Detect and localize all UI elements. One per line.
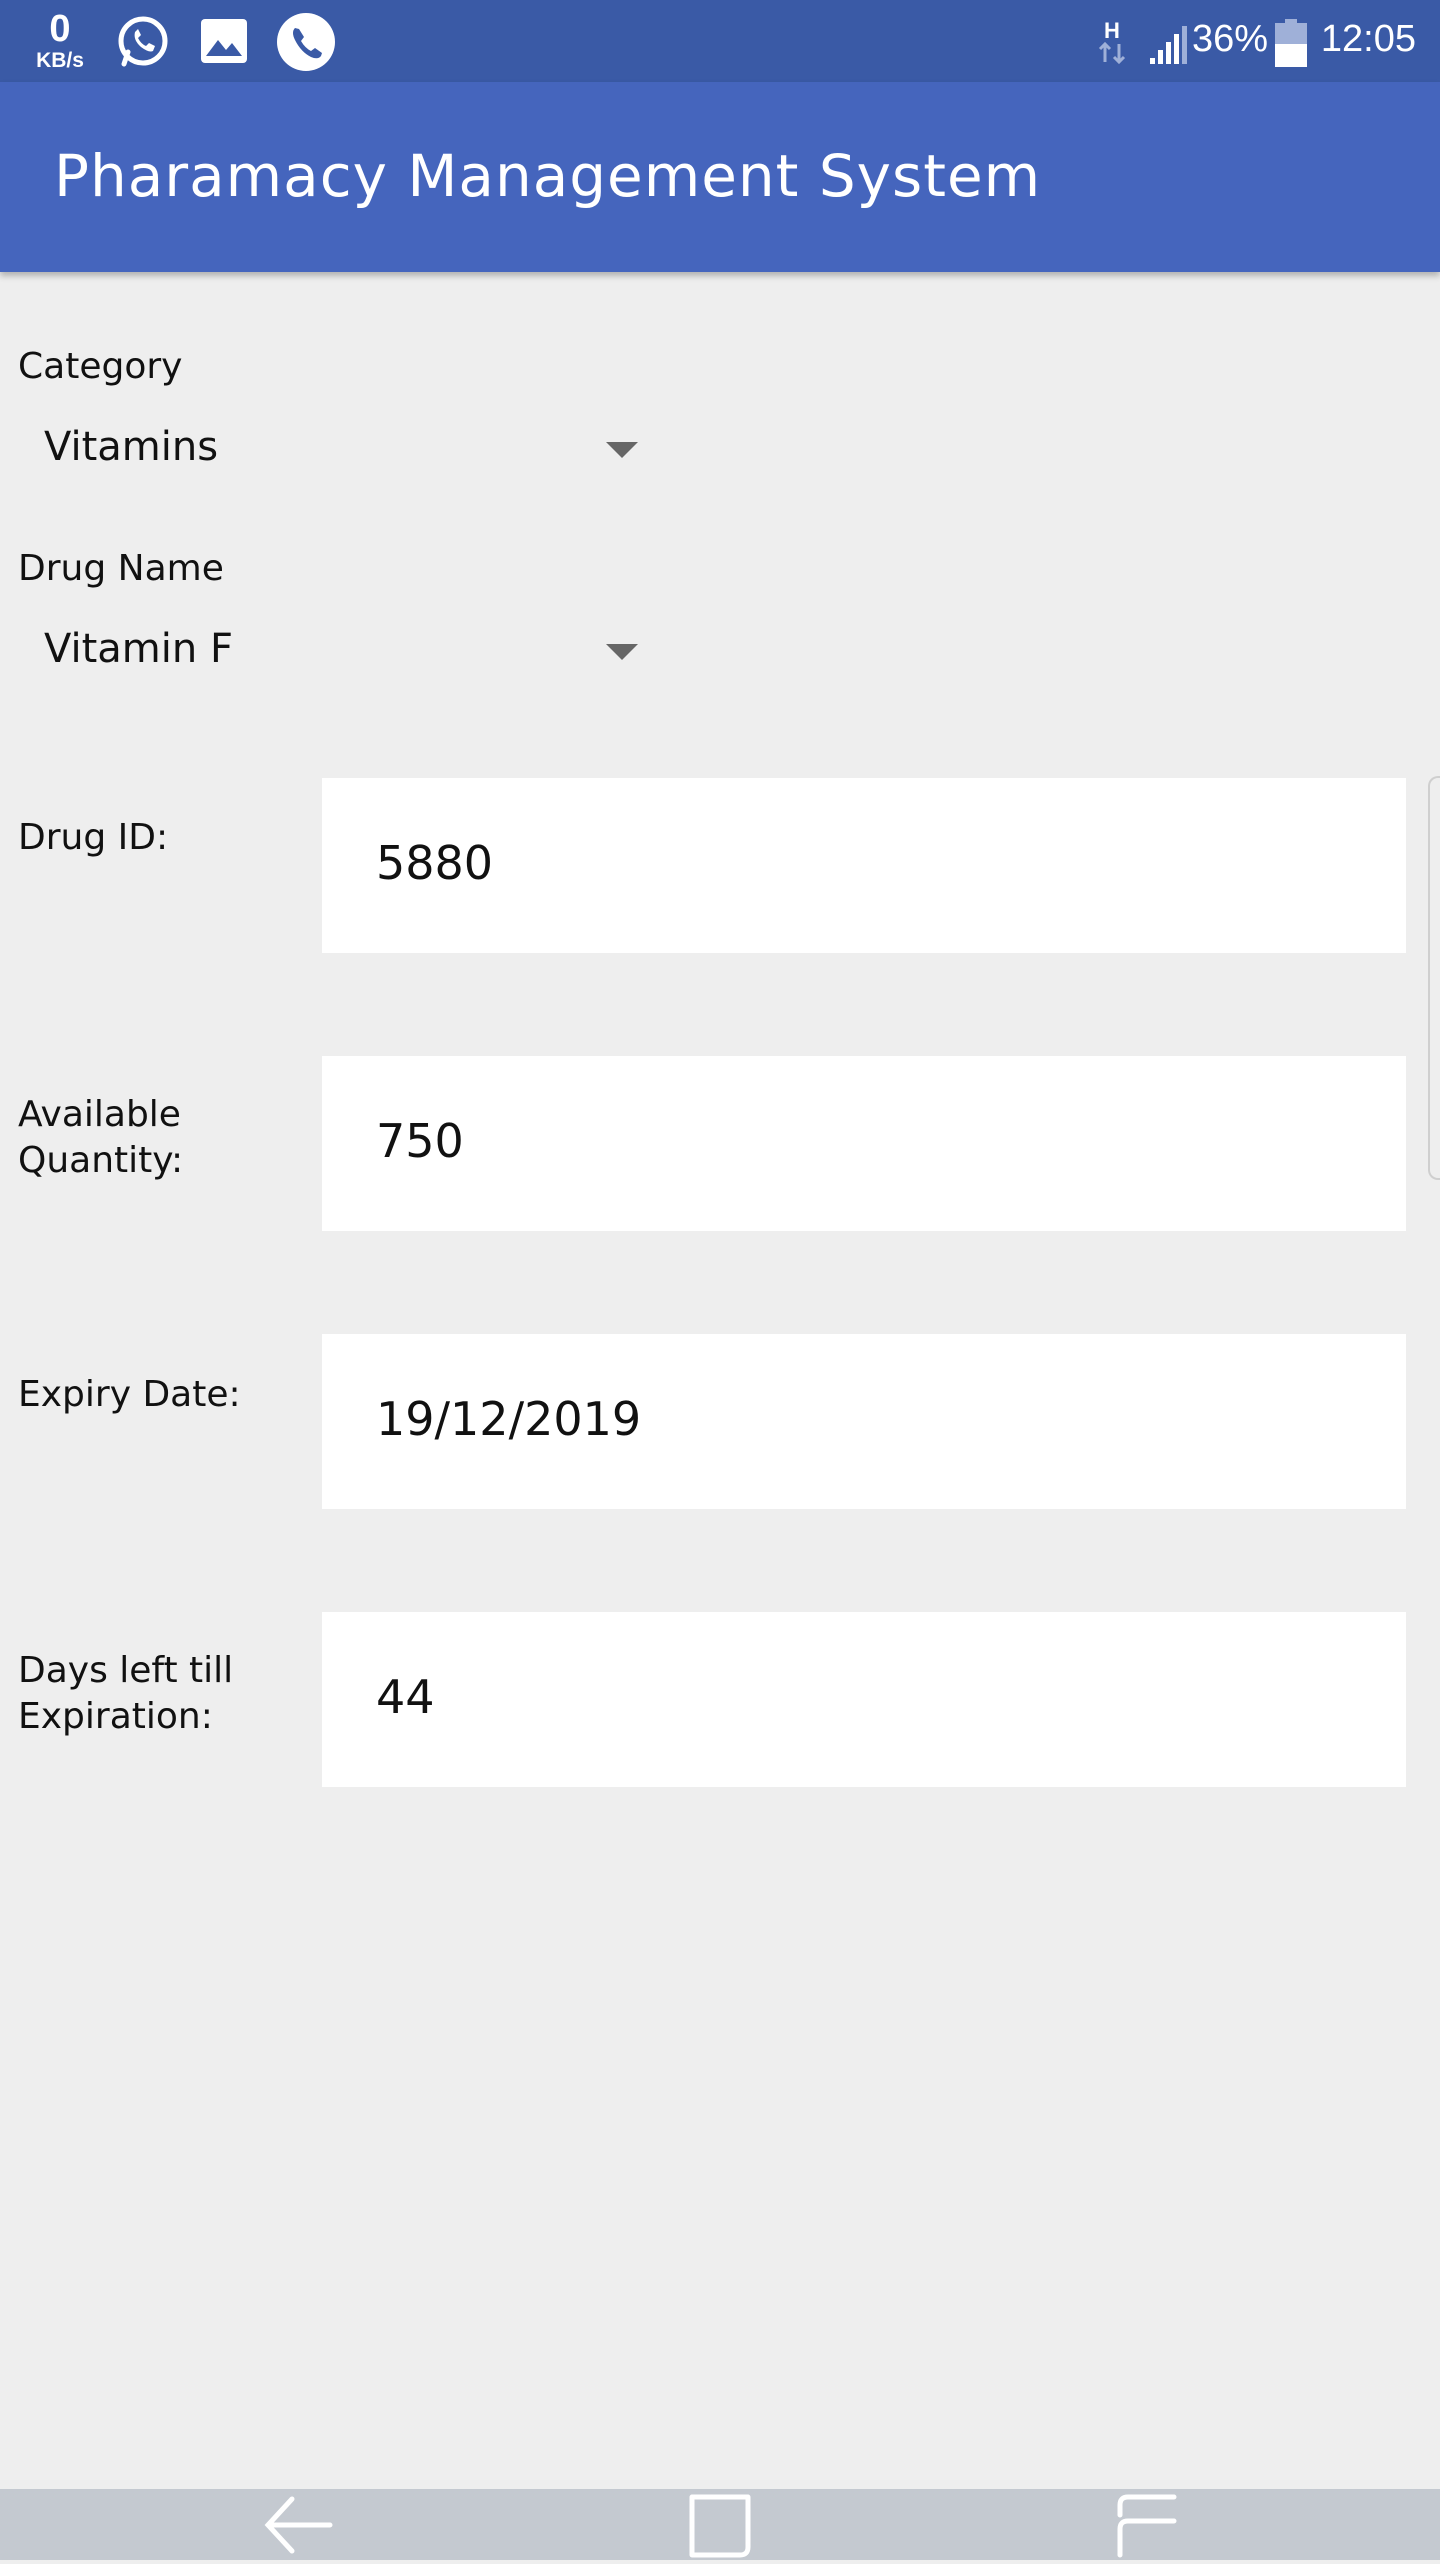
- expiry-date-value: 19/12/2019: [376, 1392, 642, 1446]
- days-left-value: 44: [376, 1670, 435, 1724]
- category-selected-value: Vitamins: [44, 424, 219, 470]
- expiry-date-label: Expiry Date:: [18, 1374, 241, 1415]
- battery-icon: [1274, 18, 1308, 72]
- drug-id-field[interactable]: 5880: [322, 778, 1406, 953]
- home-button[interactable]: [660, 2489, 780, 2560]
- navigation-bar: [0, 2489, 1440, 2560]
- network-speed: 0 KB/s: [28, 10, 92, 71]
- network-type-icon: H: [1092, 18, 1132, 72]
- drug-id-value: 5880: [376, 836, 494, 890]
- available-quantity-field[interactable]: 750: [322, 1056, 1406, 1231]
- expiry-date-field[interactable]: 19/12/2019: [322, 1334, 1406, 1509]
- whatsapp-icon: [114, 12, 172, 74]
- gallery-icon: [200, 18, 248, 68]
- days-left-label-line1: Days left till: [18, 1650, 234, 1691]
- days-left-field[interactable]: 44: [322, 1612, 1406, 1787]
- network-speed-unit: KB/s: [36, 49, 84, 72]
- clock: 12:05: [1320, 18, 1416, 60]
- chevron-down-icon: [606, 442, 638, 458]
- category-label: Category: [18, 346, 183, 387]
- app-bar: Pharamacy Management System: [0, 82, 1440, 272]
- scrollbar[interactable]: [1428, 776, 1440, 1180]
- recents-icon: [1117, 2494, 1177, 2558]
- phone-icon: [276, 12, 336, 76]
- home-icon: [689, 2494, 751, 2558]
- days-left-label: Days left till Expiration:: [18, 1648, 233, 1740]
- network-speed-value: 0: [49, 8, 71, 50]
- chevron-down-icon: [606, 644, 638, 660]
- days-left-label-line2: Expiration:: [18, 1696, 213, 1737]
- available-quantity-label-line1: Available: [18, 1094, 181, 1135]
- battery-percent: 36%: [1192, 18, 1269, 60]
- back-icon: [264, 2496, 333, 2554]
- drug-name-selected-value: Vitamin F: [44, 626, 233, 672]
- recents-button[interactable]: [1080, 2489, 1200, 2560]
- available-quantity-value: 750: [376, 1114, 464, 1168]
- drug-name-label: Drug Name: [18, 548, 224, 589]
- drug-name-dropdown[interactable]: Vitamin F: [18, 612, 638, 692]
- drug-id-label: Drug ID:: [18, 817, 169, 858]
- signal-icon: [1148, 24, 1190, 70]
- network-type-label: H: [1104, 18, 1120, 43]
- category-dropdown[interactable]: Vitamins: [18, 410, 638, 490]
- page-title: Pharamacy Management System: [54, 142, 1042, 210]
- available-quantity-label-line2: Quantity:: [18, 1140, 184, 1181]
- back-button[interactable]: [238, 2489, 358, 2560]
- available-quantity-label: Available Quantity:: [18, 1092, 183, 1184]
- status-bar: 0 KB/s H 36% 12:05: [0, 0, 1440, 82]
